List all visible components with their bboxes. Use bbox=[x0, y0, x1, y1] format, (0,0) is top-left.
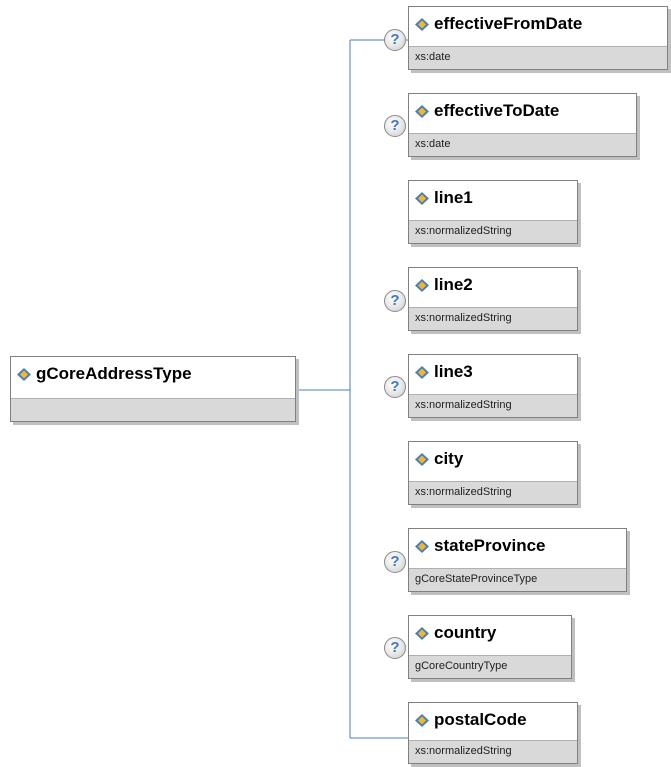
element-name: city bbox=[415, 449, 463, 469]
optional-question-icon[interactable]: ? bbox=[384, 637, 406, 659]
element-name: effectiveToDate bbox=[415, 101, 559, 121]
optional-question-icon[interactable]: ? bbox=[384, 551, 406, 573]
element-node-effectiveFromDate[interactable]: effectiveFromDate xs:date bbox=[408, 6, 668, 70]
root-type-band bbox=[11, 398, 295, 421]
element-node-city[interactable]: city xs:normalizedString bbox=[408, 441, 578, 505]
element-name-text: city bbox=[434, 449, 464, 468]
element-icon bbox=[415, 105, 429, 118]
element-node-postalCode[interactable]: postalCode xs:normalizedString bbox=[408, 702, 578, 764]
element-node-line1[interactable]: line1 xs:normalizedString bbox=[408, 180, 578, 244]
optional-question-icon[interactable]: ? bbox=[384, 290, 406, 312]
element-icon bbox=[415, 540, 429, 553]
element-name: line2 bbox=[415, 275, 473, 295]
element-name-text: line3 bbox=[434, 362, 473, 381]
element-name: postalCode bbox=[415, 710, 527, 730]
element-name-text: line1 bbox=[434, 188, 473, 207]
optional-question-icon[interactable]: ? bbox=[384, 29, 406, 51]
element-type: gCoreCountryType bbox=[409, 655, 571, 678]
element-name-text: country bbox=[434, 623, 497, 642]
element-icon bbox=[415, 192, 429, 205]
element-type: xs:date bbox=[409, 133, 636, 156]
element-name: effectiveFromDate bbox=[415, 14, 582, 34]
element-node-stateProvince[interactable]: stateProvince gCoreStateProvinceType bbox=[408, 528, 627, 592]
element-node-line3[interactable]: line3 xs:normalizedString bbox=[408, 354, 578, 418]
element-name: stateProvince bbox=[415, 536, 546, 556]
element-type: gCoreStateProvinceType bbox=[409, 568, 626, 591]
element-name: line3 bbox=[415, 362, 473, 382]
element-name-text: line2 bbox=[434, 275, 473, 294]
element-name-text: postalCode bbox=[434, 710, 527, 729]
element-type: xs:normalizedString bbox=[409, 481, 577, 504]
root-node-title: gCoreAddressType bbox=[17, 364, 192, 384]
element-icon bbox=[17, 368, 31, 381]
element-name-text: effectiveFromDate bbox=[434, 14, 583, 33]
root-node[interactable]: gCoreAddressType bbox=[10, 356, 296, 422]
element-icon bbox=[415, 627, 429, 640]
optional-question-icon[interactable]: ? bbox=[384, 376, 406, 398]
element-name-text: effectiveToDate bbox=[434, 101, 560, 120]
optional-question-icon[interactable]: ? bbox=[384, 115, 406, 137]
element-icon bbox=[415, 279, 429, 292]
element-node-country[interactable]: country gCoreCountryType bbox=[408, 615, 572, 679]
element-name: line1 bbox=[415, 188, 473, 208]
element-icon bbox=[415, 714, 429, 727]
element-node-line2[interactable]: line2 xs:normalizedString bbox=[408, 267, 578, 331]
element-icon bbox=[415, 453, 429, 466]
element-type: xs:normalizedString bbox=[409, 394, 577, 417]
element-icon bbox=[415, 366, 429, 379]
element-type: xs:date bbox=[409, 46, 667, 69]
element-name-text: stateProvince bbox=[434, 536, 546, 555]
element-type: xs:normalizedString bbox=[409, 740, 577, 763]
element-icon bbox=[415, 18, 429, 31]
element-node-effectiveToDate[interactable]: effectiveToDate xs:date bbox=[408, 93, 637, 157]
root-name: gCoreAddressType bbox=[36, 364, 192, 383]
element-type: xs:normalizedString bbox=[409, 220, 577, 243]
element-type: xs:normalizedString bbox=[409, 307, 577, 330]
element-name: country bbox=[415, 623, 496, 643]
